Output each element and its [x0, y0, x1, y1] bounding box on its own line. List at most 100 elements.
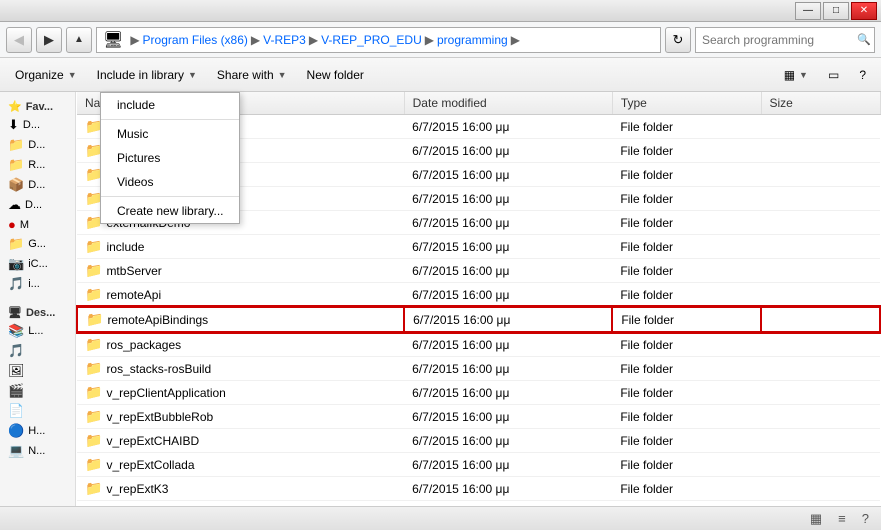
- file-size: [761, 332, 880, 357]
- col-size[interactable]: Size: [761, 92, 880, 115]
- file-size: [761, 381, 880, 405]
- details-view-button[interactable]: ▦: [806, 509, 826, 529]
- list-view-button[interactable]: ≡: [834, 509, 850, 528]
- sidebar-item-n[interactable]: 💻N...: [0, 441, 75, 461]
- breadcrumb-vrep-pro-edu[interactable]: V-REP_PRO_EDU: [321, 33, 422, 47]
- dropdown-item-create-new[interactable]: Create new library...: [101, 199, 239, 223]
- sidebar-item-d1[interactable]: ⬇D...: [0, 115, 75, 135]
- sidebar-item-m[interactable]: ●M: [0, 215, 75, 234]
- view-options-button[interactable]: ▦ ▼: [775, 62, 817, 88]
- close-button[interactable]: ✕: [851, 2, 877, 20]
- col-type[interactable]: Type: [612, 92, 761, 115]
- table-row[interactable]: 📁 mtbServer 6/7/2015 16:00 μμ File folde…: [77, 259, 880, 283]
- file-type: File folder: [612, 453, 761, 477]
- dropdown-item-include[interactable]: include: [101, 93, 239, 117]
- sidebar-item-r[interactable]: 📁R...: [0, 155, 75, 175]
- table-row[interactable]: 📁 include 6/7/2015 16:00 μμ File folder: [77, 235, 880, 259]
- file-name-cell: 📁 ros_packages: [77, 332, 404, 357]
- pane-button[interactable]: ▭: [819, 62, 848, 88]
- breadcrumb-program-files[interactable]: Program Files (x86): [143, 33, 248, 47]
- file-size: [761, 211, 880, 235]
- sidebar-item-h[interactable]: 🔵H...: [0, 421, 75, 441]
- table-row[interactable]: 📁 v_repExtCHAIBD 6/7/2015 16:00 μμ File …: [77, 429, 880, 453]
- help-status-button[interactable]: ?: [858, 509, 873, 528]
- file-size: [761, 429, 880, 453]
- maximize-button[interactable]: □: [823, 2, 849, 20]
- file-date: 6/7/2015 16:00 μμ: [404, 163, 612, 187]
- file-type: File folder: [612, 307, 761, 332]
- sidebar-item-music-lib[interactable]: 🎵: [0, 341, 75, 361]
- search-input[interactable]: [702, 33, 857, 47]
- file-size: [761, 163, 880, 187]
- new-folder-button[interactable]: New folder: [298, 62, 373, 88]
- sidebar: ⭐ Fav... ⬇D... 📁D... 📁R... 📦D... ☁D... ●…: [0, 92, 76, 506]
- folder-icon: 📁: [85, 384, 102, 401]
- music-icon: 🎵: [8, 276, 24, 292]
- file-name: v_repExtMtb: [106, 506, 173, 507]
- file-name: mtbServer: [106, 264, 161, 278]
- include-in-library-button[interactable]: Include in library ▼: [88, 62, 206, 88]
- address-bar: ◀ ▶ ▲ 🖥 ▶ Program Files (x86) ▶ V-REP3 ▶…: [0, 22, 881, 58]
- refresh-button[interactable]: ↻: [665, 27, 691, 53]
- sidebar-item-d3[interactable]: 📦D...: [0, 175, 75, 195]
- breadcrumb-programming[interactable]: programming: [437, 33, 508, 47]
- table-row[interactable]: 📁 ros_stacks-rosBuild 6/7/2015 16:00 μμ …: [77, 357, 880, 381]
- table-row[interactable]: 📁 v_repClientApplication 6/7/2015 16:00 …: [77, 381, 880, 405]
- back-button[interactable]: ◀: [6, 27, 32, 53]
- folder-icon: 📁: [85, 408, 102, 425]
- sidebar-item-cloud[interactable]: ☁D...: [0, 195, 75, 215]
- doc-lib-icon: 📄: [8, 403, 24, 419]
- col-date[interactable]: Date modified: [404, 92, 612, 115]
- table-row[interactable]: 📁 remoteApiBindings 6/7/2015 16:00 μμ Fi…: [77, 307, 880, 332]
- folder-icon: 📁: [85, 286, 102, 303]
- organize-button[interactable]: Organize ▼: [6, 62, 86, 88]
- table-row[interactable]: 📁 v_repExtMtb 6/7/2015 16:00 μμ File fol…: [77, 501, 880, 507]
- dropdown-item-videos[interactable]: Videos: [101, 170, 239, 194]
- sidebar-item-doc-lib[interactable]: 📄: [0, 401, 75, 421]
- file-size: [761, 477, 880, 501]
- breadcrumb-sep-2: ▶: [309, 33, 318, 47]
- share-with-button[interactable]: Share with ▼: [208, 62, 296, 88]
- file-size: [761, 405, 880, 429]
- sidebar-item-pic-lib[interactable]: 🖼: [0, 361, 75, 381]
- dropdown-separator-2: [101, 196, 239, 197]
- file-type: File folder: [612, 283, 761, 308]
- toolbar: Organize ▼ Include in library ▼ Share wi…: [0, 58, 881, 92]
- share-arrow: ▼: [278, 70, 287, 80]
- sidebar-item-vid-lib[interactable]: 🎬: [0, 381, 75, 401]
- table-row[interactable]: 📁 v_repExtK3 6/7/2015 16:00 μμ File fold…: [77, 477, 880, 501]
- up-button[interactable]: ▲: [66, 27, 92, 53]
- dropdown-item-music[interactable]: Music: [101, 122, 239, 146]
- breadcrumb[interactable]: 🖥 ▶ Program Files (x86) ▶ V-REP3 ▶ V-REP…: [96, 27, 661, 53]
- table-row[interactable]: 📁 v_repExtBubbleRob 6/7/2015 16:00 μμ Fi…: [77, 405, 880, 429]
- folder-icon: 📁: [85, 456, 102, 473]
- file-date: 6/7/2015 16:00 μμ: [404, 187, 612, 211]
- file-size: [761, 283, 880, 308]
- file-date: 6/7/2015 16:00 μμ: [404, 405, 612, 429]
- table-row[interactable]: 📁 remoteApi 6/7/2015 16:00 μμ File folde…: [77, 283, 880, 308]
- table-row[interactable]: 📁 ros_packages 6/7/2015 16:00 μμ File fo…: [77, 332, 880, 357]
- sidebar-item-lib[interactable]: 📚L...: [0, 321, 75, 341]
- sidebar-item-d2[interactable]: 📁D...: [0, 135, 75, 155]
- folder-icon: 📁: [8, 137, 24, 153]
- sidebar-item-i[interactable]: 🎵i...: [0, 274, 75, 294]
- forward-button[interactable]: ▶: [36, 27, 62, 53]
- sidebar-item-g[interactable]: 📁G...: [0, 234, 75, 254]
- help-button[interactable]: ?: [850, 62, 875, 88]
- file-size: [761, 115, 880, 139]
- vid-lib-icon: 🎬: [8, 383, 24, 399]
- favorites-header: ⭐ Fav...: [0, 96, 75, 115]
- breadcrumb-sep: ▶: [130, 33, 139, 47]
- file-date: 6/7/2015 16:00 μμ: [404, 477, 612, 501]
- file-type: File folder: [612, 139, 761, 163]
- file-name-cell: 📁 remoteApi: [77, 283, 404, 308]
- minimize-button[interactable]: —: [795, 2, 821, 20]
- sidebar-item-ic[interactable]: 📷iC...: [0, 254, 75, 274]
- file-name-cell: 📁 v_repExtBubbleRob: [77, 405, 404, 429]
- table-row[interactable]: 📁 v_repExtCollada 6/7/2015 16:00 μμ File…: [77, 453, 880, 477]
- dropdown-item-pictures[interactable]: Pictures: [101, 146, 239, 170]
- file-name: ros_packages: [106, 338, 181, 352]
- file-type: File folder: [612, 477, 761, 501]
- breadcrumb-vrep3[interactable]: V-REP3: [263, 33, 306, 47]
- file-size: [761, 187, 880, 211]
